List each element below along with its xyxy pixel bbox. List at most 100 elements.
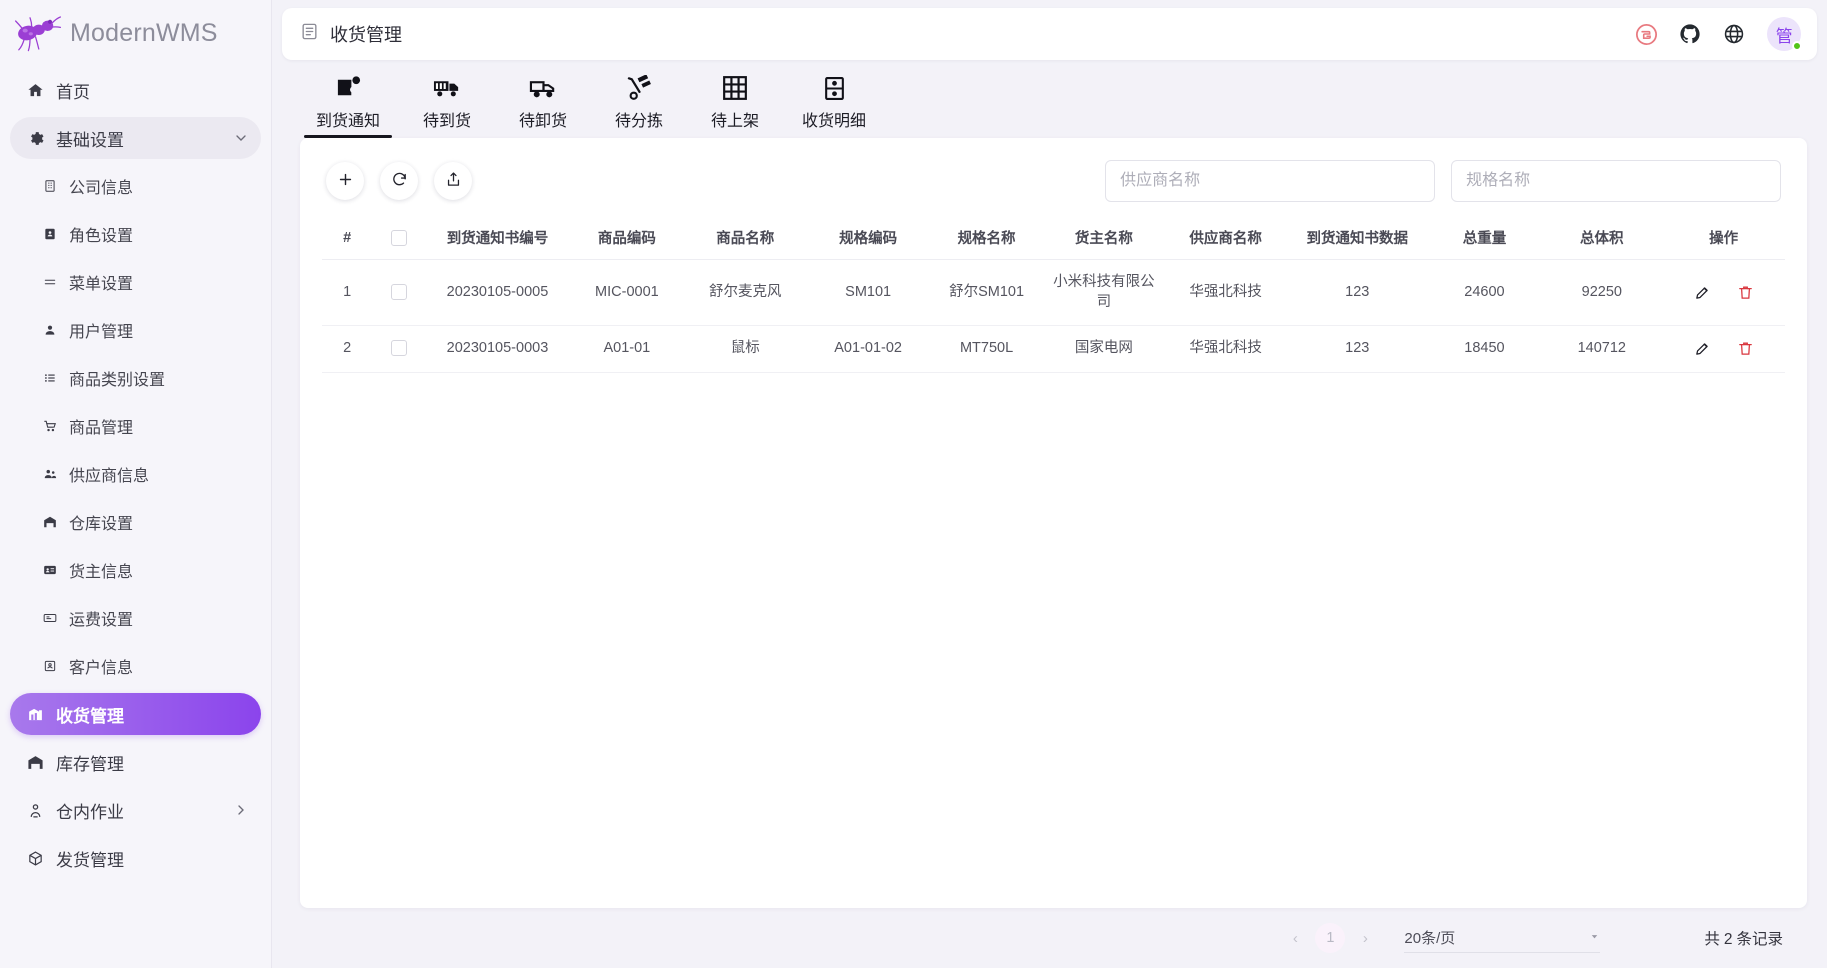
th-goods-name: 商品名称 [683,216,807,260]
sidebar-item-role-settings[interactable]: 角色设置 [10,213,261,255]
row-checkbox[interactable] [390,283,407,300]
truck-icon [529,71,558,101]
spec-name-input[interactable] [1451,160,1782,202]
th-goods-code: 商品编码 [569,216,684,260]
table-header-row: # 到货通知书编号 商品编码 商品名称 规格编码 规格名称 货主名称 供应商名称 [322,216,1786,260]
sidebar-item-label: 发货管理 [56,850,124,870]
sidebar-item-label: 库存管理 [56,754,124,774]
warehouse-icon [40,515,60,529]
chevron-down-icon[interactable] [233,130,249,146]
gear-icon [24,130,46,147]
cell-spec-code: SM101 [806,259,930,327]
sidebar-item-label: 客户信息 [69,660,134,677]
page-title-text: 收货管理 [330,25,402,45]
sidebar-item-basic-settings[interactable]: 基础设置 [10,117,261,159]
delete-row-button[interactable] [1737,340,1754,357]
page-size-select[interactable]: 20条/页 [1404,923,1601,953]
sidebar-item-freight-settings[interactable]: 运费设置 [10,597,261,639]
prev-page-button[interactable]: ‹ [1280,923,1310,953]
sidebar-item-customer-info[interactable]: 客户信息 [10,645,261,687]
sidebar-item-in-warehouse-operation[interactable]: 仓内作业 [10,789,261,831]
tab-pending-shelve[interactable]: 待上架 [692,71,778,138]
cell-spec-name: MT750L [929,325,1044,373]
freight-icon [40,611,60,625]
tab-label: 收货明细 [802,113,867,130]
cell-index: 1 [322,259,373,327]
th-supplier-name: 供应商名称 [1164,216,1288,260]
sidebar-item-label: 菜单设置 [69,276,134,293]
plus-icon [337,171,354,191]
github-icon[interactable] [1679,23,1701,45]
gitee-icon[interactable] [1636,23,1658,45]
cell-supplier-name: 华强北科技 [1164,325,1288,373]
edit-row-button[interactable] [1694,284,1711,301]
sidebar-item-shipping-management[interactable]: 发货管理 [10,837,261,879]
sidebar-item-supplier-info[interactable]: 供应商信息 [10,453,261,495]
export-icon [445,171,462,191]
select-all-checkbox[interactable] [390,229,407,246]
sidebar-item-company-info[interactable]: 公司信息 [10,165,261,207]
table-row[interactable]: 2 20230105-0003 A01-01 鼠标 A01-01-02 MT75… [322,325,1786,373]
tab-receiving-detail[interactable]: 收货明细 [788,71,880,138]
sidebar-item-label: 商品类别设置 [69,372,166,389]
next-page-button[interactable]: › [1350,923,1380,953]
supplier-name-input[interactable] [1105,160,1436,202]
tab-arrival-notice[interactable]: 到货通知 [302,71,394,138]
th-select-all [372,216,426,260]
sidebar-item-home[interactable]: 首页 [10,69,261,111]
avatar[interactable]: 管 [1767,17,1803,51]
cell-actions [1662,259,1786,327]
table-head: # 到货通知书编号 商品编码 商品名称 规格编码 规格名称 货主名称 供应商名称 [322,216,1786,260]
sidebar-item-receiving-management[interactable]: 收货管理 [10,693,261,735]
chevron-right-icon[interactable] [233,802,249,818]
total-count: 2 [1723,931,1733,948]
building-icon [40,179,60,193]
add-button[interactable] [326,162,364,200]
chevron-down-icon [1589,931,1600,945]
sidebar-item-goods-category[interactable]: 商品类别设置 [10,357,261,399]
th-total-volume: 总体积 [1541,216,1663,260]
hand-truck-icon [626,71,653,101]
refresh-icon [391,171,408,191]
brand[interactable]: ModernWMS [0,4,271,62]
export-button[interactable] [434,162,472,200]
cell-goods-code: A01-01 [569,325,684,373]
grid-shelf-icon [722,71,748,101]
th-owner-name: 货主名称 [1043,216,1165,260]
sidebar-item-menu-settings[interactable]: 菜单设置 [10,261,261,303]
sidebar-item-warehouse-settings[interactable]: 仓库设置 [10,501,261,543]
sidebar-item-owner-info[interactable]: 货主信息 [10,549,261,591]
sidebar-item-inventory-management[interactable]: 库存管理 [10,741,261,783]
arrival-notice-icon [335,71,362,101]
cell-owner-name: 国家电网 [1043,325,1165,373]
topbar-actions: 管 [1636,17,1803,51]
tab-pending-arrival[interactable]: 待到货 [404,71,490,138]
table-row[interactable]: 1 20230105-0005 MIC-0001 舒尔麦克风 SM101 舒尔S… [322,259,1786,327]
sidebar-item-label: 运费设置 [69,612,134,629]
refresh-button[interactable] [380,162,418,200]
tab-label: 待到货 [423,113,472,130]
cell-total-volume: 140712 [1541,325,1663,373]
globe-icon[interactable] [1723,23,1745,45]
cart-icon [40,419,60,433]
tab-pending-unload[interactable]: 待卸货 [500,71,586,138]
sidebar-item-goods-management[interactable]: 商品管理 [10,405,261,447]
th-index: # [322,216,373,260]
delete-row-button[interactable] [1737,284,1754,301]
edit-row-button[interactable] [1694,340,1711,357]
cell-supplier-name: 华强北科技 [1164,259,1288,327]
tab-pending-sort[interactable]: 待分拣 [596,71,682,138]
page-number-1[interactable]: 1 [1315,923,1346,953]
sidebar-item-label: 货主信息 [69,564,134,581]
th-spec-name: 规格名称 [929,216,1044,260]
cell-total-weight: 24600 [1427,259,1542,327]
cell-notice-data: 123 [1287,325,1428,373]
table-container: # 到货通知书编号 商品编码 商品名称 规格编码 规格名称 货主名称 供应商名称 [300,216,1807,908]
tab-bar: 到货通知 待到货 待卸货 待分拣 待上架 收货明细 [282,60,1817,138]
sidebar-item-user-management[interactable]: 用户管理 [10,309,261,351]
cell-index: 2 [322,325,373,373]
detail-list-icon [822,71,847,101]
cell-goods-name: 舒尔麦克风 [683,259,807,327]
row-checkbox[interactable] [390,340,407,357]
owner-card-icon [40,563,60,577]
